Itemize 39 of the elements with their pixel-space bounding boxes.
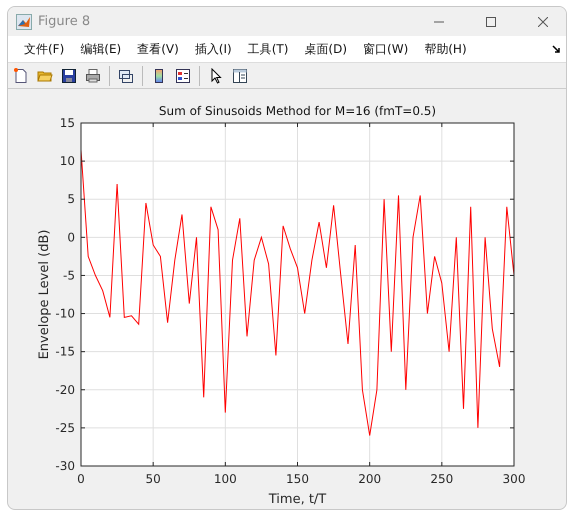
- menu-item[interactable]: 帮助(H): [416, 40, 475, 58]
- y-tick-label: 5: [67, 192, 75, 206]
- save-icon: [61, 68, 77, 84]
- x-axis-label: Time, t/T: [268, 492, 326, 507]
- menu-item[interactable]: 插入(I): [186, 40, 240, 58]
- menu-item[interactable]: 桌面(D): [296, 40, 356, 58]
- y-tick-label: -5: [63, 268, 75, 282]
- x-tick-label: 150: [286, 472, 309, 486]
- x-tick-label: 100: [214, 472, 237, 486]
- y-tick-label: 10: [60, 154, 75, 168]
- y-tick-label: 0: [67, 230, 75, 244]
- dock-arrow-icon[interactable]: [552, 45, 560, 53]
- menu-item[interactable]: 文件(F): [16, 40, 72, 58]
- y-tick-label: -10: [55, 306, 75, 321]
- y-tick-label: -30: [55, 459, 75, 473]
- linked-windows-icon: [118, 68, 134, 84]
- window-title: Figure 8: [38, 14, 92, 29]
- y-tick-label: -20: [55, 382, 75, 397]
- panel-icon: [232, 68, 248, 84]
- chart-title: Sum of Sinusoids Method for M=16 (fmT=0.5): [158, 104, 436, 118]
- menu-item[interactable]: 查看(V): [129, 40, 187, 58]
- y-axis-label: Envelope Level (dB): [37, 230, 52, 360]
- x-tick-label: 250: [430, 472, 454, 486]
- menu-item[interactable]: 编辑(E): [72, 40, 130, 58]
- printer-icon: [85, 68, 101, 84]
- y-tick-label: -15: [55, 344, 75, 359]
- maximize-icon: [486, 16, 496, 26]
- x-tick-label: 0: [77, 472, 85, 486]
- menu-item[interactable]: 工具(T): [240, 40, 296, 58]
- x-tick-label: 50: [146, 472, 161, 486]
- y-tick-label: 15: [60, 116, 75, 130]
- x-tick-label: 300: [502, 472, 526, 486]
- x-tick-label: 200: [358, 472, 382, 486]
- y-tick-label: -25: [55, 420, 75, 435]
- menu-item[interactable]: 窗口(W): [355, 40, 416, 58]
- new-file-icon: [13, 68, 29, 84]
- legend-icon: [175, 68, 191, 84]
- close-icon: [538, 16, 548, 26]
- app-logo-icon: [16, 14, 32, 30]
